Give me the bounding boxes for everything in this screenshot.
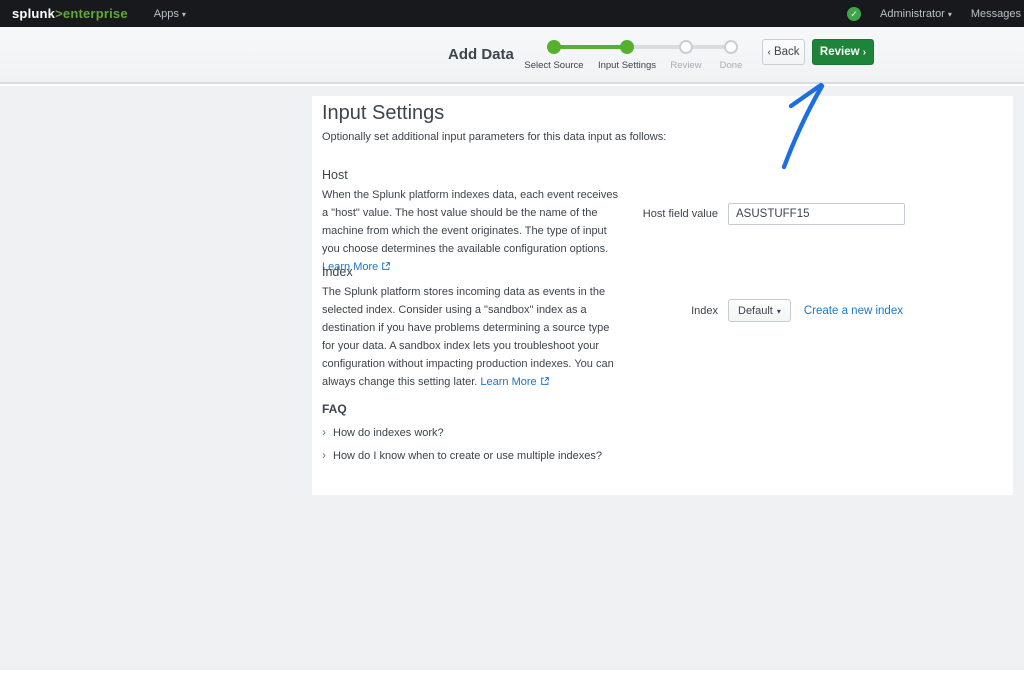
step-label-review: Review [670,60,701,71]
wizard-title: Add Data [448,46,514,63]
topbar-right: ✓ Administrator▾ Messages [847,7,1021,21]
splunk-logo[interactable]: splunk>enterprise [12,6,128,21]
back-button-label: Back [774,46,800,58]
host-field-input[interactable] [728,203,905,225]
faq-item-label: How do indexes work? [333,427,444,439]
create-new-index-link[interactable]: Create a new index [804,305,903,317]
host-section-description: When the Splunk platform indexes data, e… [322,186,618,276]
faq-item-indexes-work[interactable]: › How do indexes work? [322,425,444,439]
faq-heading: FAQ [322,402,347,416]
wizard-header: Add Data Select Source Input Settings Re… [0,27,1024,84]
logo-product: >enterprise [55,6,128,21]
main-content: Input Settings Optionally set additional… [0,86,1024,670]
page-title: Input Settings [322,102,444,125]
step-circle-input-settings [620,40,634,54]
logo-brand: splunk [12,6,55,21]
user-menu-label: Administrator [880,8,945,20]
host-field-row: Host field value [312,203,1013,225]
faq-item-label: How do I know when to create or use mult… [333,450,602,462]
apps-menu-label: Apps [154,8,179,20]
caret-down-icon: ▾ [777,307,781,316]
step-label-input-settings: Input Settings [598,60,656,71]
step-connector-complete [554,45,627,49]
user-menu[interactable]: Administrator▾ [880,8,952,20]
input-settings-card: Input Settings Optionally set additional… [312,96,1013,495]
step-circle-select-source [547,40,561,54]
index-dropdown-value: Default [738,305,773,317]
index-learn-more-link[interactable]: Learn More [480,376,536,388]
host-section-heading: Host [322,168,348,182]
page-subtitle: Optionally set additional input paramete… [322,131,666,143]
external-link-icon [540,376,550,386]
chevron-right-icon: › [322,448,326,462]
caret-down-icon: ▾ [182,10,186,19]
faq-item-multiple-indexes[interactable]: › How do I know when to create or use mul… [322,448,602,462]
review-button-label: Review [820,46,860,58]
health-check-icon[interactable]: ✓ [847,7,861,21]
chevron-right-icon: › [863,47,866,58]
step-label-select-source: Select Source [524,60,583,71]
host-field-label: Host field value [312,208,718,220]
index-field-row: Index Default ▾ Create a new index [312,299,1013,322]
index-section-heading: Index [322,265,353,279]
splunk-add-data-window: splunk>enterprise Apps▾ ✓ Administrator▾… [0,0,1024,674]
chevron-right-icon: › [322,425,326,439]
chevron-left-icon: ‹ [767,47,770,58]
index-field-label: Index [312,305,718,317]
top-navbar: splunk>enterprise Apps▾ ✓ Administrator▾… [0,0,1024,27]
back-button[interactable]: ‹ Back [762,39,805,65]
review-button[interactable]: Review › [812,39,874,65]
messages-menu[interactable]: Messages [971,8,1021,20]
step-circle-done [724,40,738,54]
messages-menu-label: Messages [971,8,1021,20]
apps-menu[interactable]: Apps▾ [154,8,186,20]
external-link-icon [381,261,391,271]
step-label-done: Done [720,60,743,71]
index-dropdown[interactable]: Default ▾ [728,299,791,322]
step-circle-review [679,40,693,54]
caret-down-icon: ▾ [948,10,952,19]
